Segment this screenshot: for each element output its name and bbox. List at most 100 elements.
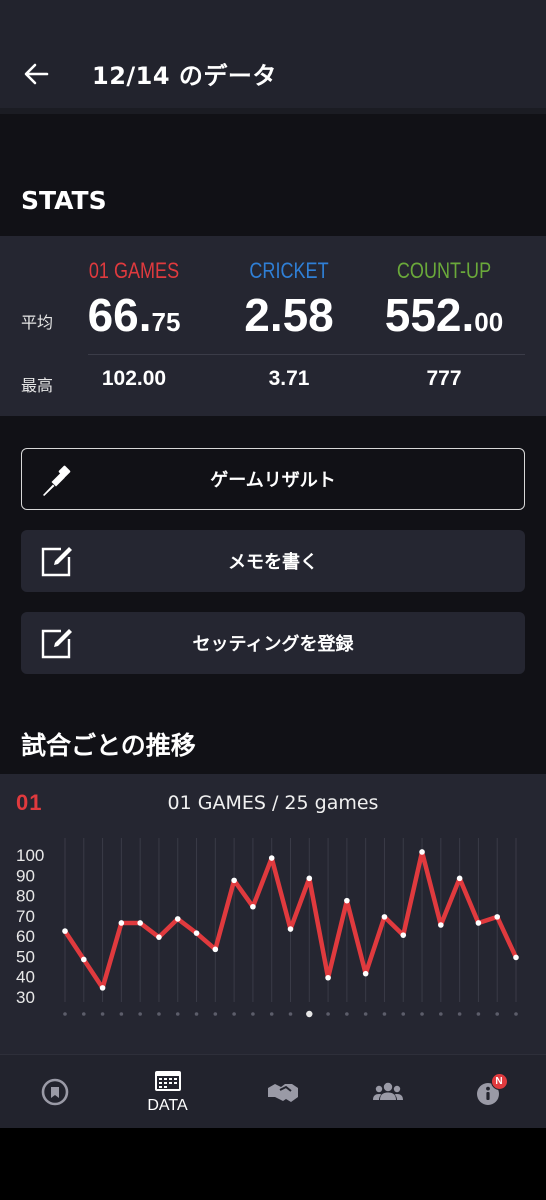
- data-point[interactable]: [400, 932, 407, 938]
- y-tick-label: 40: [16, 968, 35, 987]
- trend-chart-panel[interactable]: 01 01 GAMES / 25 games 100 90 80 70 60 50 40 30: [0, 774, 546, 1054]
- game-index-dot[interactable]: [81, 1012, 86, 1016]
- best-row-label: 最高: [21, 376, 54, 395]
- game-index-dot[interactable]: [457, 1012, 462, 1016]
- system-nav-bar: [0, 1128, 546, 1200]
- game-index-dot[interactable]: [63, 1012, 67, 1016]
- game-index-dot[interactable]: [420, 1012, 424, 1016]
- game-index-dot[interactable]: [288, 1012, 293, 1016]
- avg-cricket-dec: 58: [282, 289, 334, 341]
- game-index-dot[interactable]: [401, 1012, 406, 1016]
- data-point[interactable]: [250, 903, 256, 910]
- nav-match[interactable]: [228, 1055, 337, 1129]
- game-index-dot[interactable]: [326, 1012, 330, 1016]
- avg-cricket-int: 2: [244, 289, 270, 341]
- data-point[interactable]: [475, 920, 482, 926]
- stats-section-title: STATS: [21, 186, 107, 215]
- best-01-games: 102.00: [101, 367, 167, 390]
- y-tick-label: 60: [16, 927, 35, 946]
- data-point[interactable]: [362, 970, 369, 977]
- avg-count-up: 552.00: [384, 289, 504, 341]
- dart-icon: [43, 465, 71, 496]
- bottom-nav: DATA N: [0, 1054, 546, 1128]
- line-chart: 10090 80706050 4030: [16, 838, 519, 1018]
- data-point[interactable]: [174, 916, 181, 922]
- category-01-games: 01 GAMES: [88, 258, 180, 283]
- game-index-dot[interactable]: [363, 1012, 368, 1016]
- home-icon: [41, 1078, 68, 1106]
- data-point[interactable]: [456, 875, 463, 882]
- data-point[interactable]: [325, 974, 331, 981]
- game-index-dot[interactable]: [251, 1012, 255, 1016]
- data-point[interactable]: [381, 914, 388, 920]
- game-index-dot[interactable]: [345, 1012, 349, 1016]
- category-cricket: CRICKET: [249, 258, 329, 283]
- handshake-icon: [267, 1084, 298, 1102]
- game-result-label: ゲームリザルト: [210, 470, 336, 491]
- game-index-dot[interactable]: [306, 1010, 313, 1018]
- data-point[interactable]: [268, 855, 275, 861]
- back-button[interactable]: [20, 58, 52, 90]
- data-point[interactable]: [344, 897, 350, 904]
- game-index-dot[interactable]: [439, 1012, 443, 1016]
- register-setting-button[interactable]: セッティングを登録: [21, 612, 525, 674]
- edit-icon: [41, 629, 72, 659]
- data-point[interactable]: [62, 928, 68, 934]
- y-tick-label: 50: [16, 947, 35, 966]
- game-index-dot[interactable]: [175, 1012, 180, 1016]
- nav-friends[interactable]: [333, 1055, 442, 1129]
- nav-home[interactable]: [0, 1055, 109, 1129]
- best-count-up: 777: [426, 367, 462, 390]
- write-memo-label: メモを書く: [228, 552, 318, 573]
- data-point[interactable]: [193, 930, 200, 936]
- stats-panel: 01 GAMES CRICKET COUNT-UP 平均 66.75 2.58 …: [0, 236, 546, 416]
- data-point[interactable]: [231, 877, 237, 884]
- calendar-icon: [154, 1071, 181, 1091]
- info-icon-wrap: N: [475, 1073, 509, 1109]
- data-point[interactable]: [156, 934, 162, 940]
- y-tick-label: 100: [16, 846, 44, 865]
- avg-01-games: 66.75: [87, 289, 181, 341]
- game-index-dot[interactable]: [100, 1012, 105, 1016]
- game-result-button[interactable]: ゲームリザルト: [21, 448, 525, 510]
- data-point[interactable]: [99, 985, 106, 991]
- data-point[interactable]: [212, 946, 219, 953]
- nav-data-label: DATA: [147, 1097, 188, 1114]
- best-cricket: 3.71: [268, 367, 310, 390]
- nav-data[interactable]: DATA: [113, 1055, 222, 1129]
- data-point[interactable]: [494, 914, 501, 920]
- nav-info[interactable]: N: [437, 1055, 546, 1129]
- data-point[interactable]: [287, 926, 294, 932]
- data-point[interactable]: [306, 875, 313, 882]
- game-index-dot[interactable]: [382, 1012, 387, 1016]
- game-index-dot[interactable]: [119, 1012, 124, 1016]
- data-point[interactable]: [118, 920, 125, 926]
- stats-divider: [88, 354, 525, 355]
- game-index-dot[interactable]: [495, 1012, 500, 1016]
- game-index-dot[interactable]: [269, 1012, 274, 1016]
- data-point[interactable]: [513, 954, 519, 961]
- header-divider: [0, 108, 546, 114]
- avg-cricket: 2.58: [244, 289, 334, 341]
- notification-badge: N: [490, 1073, 508, 1090]
- write-memo-button[interactable]: メモを書く: [21, 530, 525, 592]
- game-index-dot[interactable]: [138, 1012, 142, 1016]
- data-point[interactable]: [419, 849, 425, 855]
- game-index-dot[interactable]: [232, 1012, 236, 1016]
- data-point[interactable]: [438, 922, 444, 928]
- game-index-dot[interactable]: [194, 1012, 199, 1016]
- data-point[interactable]: [137, 920, 143, 926]
- avg-01-games-dec: 75: [151, 307, 181, 337]
- data-point[interactable]: [80, 956, 87, 963]
- users-icon: [372, 1082, 403, 1100]
- game-index-dot[interactable]: [476, 1012, 481, 1016]
- game-index-dot[interactable]: [157, 1012, 161, 1016]
- edit-icon: [41, 547, 72, 577]
- game-index-dot[interactable]: [213, 1012, 218, 1016]
- app-header: 12/14 のデータ: [0, 0, 546, 108]
- game-index-dot[interactable]: [514, 1012, 518, 1016]
- y-tick-label: 80: [16, 887, 35, 906]
- y-tick-label: 70: [16, 907, 35, 926]
- arrow-left-icon: [24, 63, 49, 85]
- y-tick-label: 30: [16, 988, 35, 1007]
